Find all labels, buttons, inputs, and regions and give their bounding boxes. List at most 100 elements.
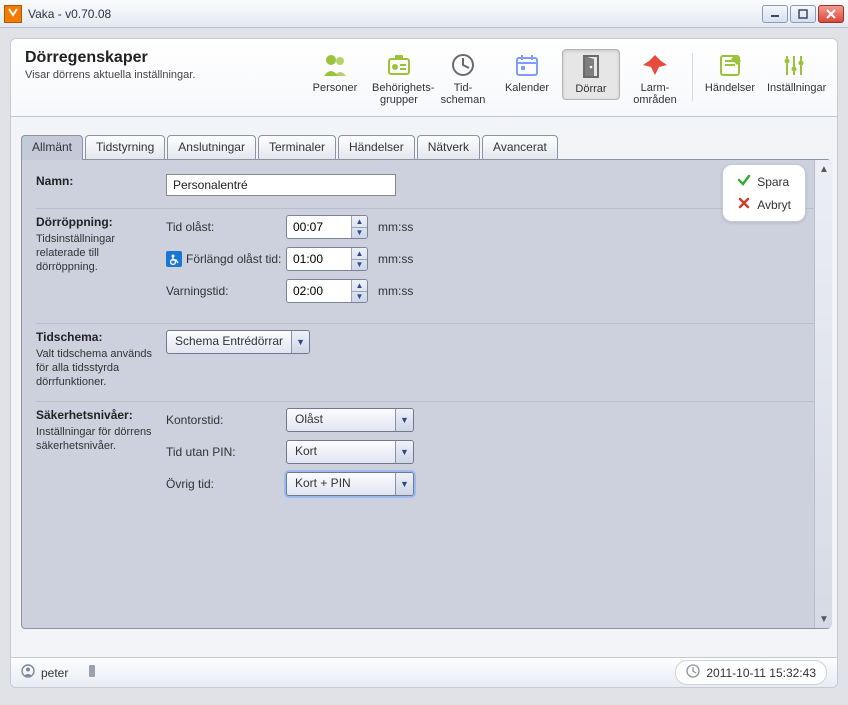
kontorstid-value: Olåst — [287, 409, 395, 431]
door-icon — [575, 52, 607, 80]
scroll-up-icon[interactable]: ▲ — [815, 160, 833, 178]
varning-input[interactable] — [287, 280, 351, 302]
check-icon — [737, 173, 751, 190]
toolbar-label: Tid- scheman — [436, 82, 490, 106]
row-forlangd-olast: Förlängd olåst tid: ▲▼ mm:ss — [166, 247, 816, 271]
chevron-down-icon[interactable]: ▼ — [395, 409, 413, 431]
tab-anslutningar[interactable]: Anslutningar — [167, 135, 256, 159]
tab-allmant[interactable]: Allmänt — [21, 135, 83, 159]
toolbar-behorighet[interactable]: Behörighets- grupper — [370, 49, 428, 110]
toolbar-dorrar[interactable]: Dörrar — [562, 49, 620, 100]
name-input[interactable] — [166, 174, 396, 196]
notes-icon — [714, 51, 746, 79]
cancel-label: Avbryt — [757, 198, 791, 212]
spin-down-icon[interactable]: ▼ — [352, 228, 367, 239]
tab-strip: AllmäntTidstyrningAnslutningarTerminaler… — [21, 135, 831, 159]
section-sakerhet: Säkerhetsnivåer: Inställningar för dörre… — [36, 401, 816, 516]
varning-spinner[interactable]: ▲▼ — [286, 279, 368, 303]
section-name: Namn: — [36, 174, 816, 208]
user-icon — [21, 664, 35, 681]
tidschema-select[interactable]: Schema Entrédörrar ▼ — [166, 330, 310, 354]
ovrig-tid-value: Kort + PIN — [287, 473, 395, 495]
clock-icon — [447, 51, 479, 79]
page-heading: Dörregenskaper Visar dörrens aktuella in… — [25, 49, 306, 110]
calendar-icon — [511, 51, 543, 79]
ribbon-header: Dörregenskaper Visar dörrens aktuella in… — [11, 39, 837, 117]
kontorstid-label: Kontorstid: — [166, 413, 223, 427]
status-datetime: 2011-10-11 15:32:43 — [706, 666, 816, 680]
opening-label: Dörröppning: — [36, 215, 158, 229]
cancel-button[interactable]: Avbryt — [737, 196, 791, 213]
name-label: Namn: — [36, 174, 158, 188]
people-icon — [319, 51, 351, 79]
tab-tidstyrning[interactable]: Tidstyrning — [85, 135, 165, 159]
tid-olast-input[interactable] — [287, 216, 351, 238]
forlangd-input[interactable] — [287, 248, 351, 270]
row-kontorstid: Kontorstid: Olåst ▼ — [166, 408, 816, 432]
toolbar-separator — [692, 53, 693, 101]
wheelchair-icon — [166, 251, 182, 267]
chevron-down-icon[interactable]: ▼ — [395, 441, 413, 463]
chevron-down-icon[interactable]: ▼ — [395, 473, 413, 495]
toolbar-larm[interactable]: Larm- områden — [626, 49, 684, 110]
spin-up-icon[interactable]: ▲ — [352, 280, 367, 292]
page-subtitle: Visar dörrens aktuella inställningar. — [25, 69, 306, 81]
toolbar-tidscheman[interactable]: Tid- scheman — [434, 49, 492, 110]
app-logo-icon — [4, 5, 22, 23]
opening-desc: Tidsinställningar relaterade till dörröp… — [36, 233, 158, 274]
toolbar-installningar[interactable]: Inställningar — [765, 49, 823, 98]
save-button[interactable]: Spara — [737, 173, 791, 190]
ovrig-tid-label: Övrig tid: — [166, 477, 214, 491]
tab-handelser2[interactable]: Händelser — [338, 135, 415, 159]
tid-olast-label: Tid olåst: — [166, 220, 214, 234]
tid-utan-pin-label: Tid utan PIN: — [166, 445, 236, 459]
varning-unit: mm:ss — [378, 284, 413, 298]
kontorstid-select[interactable]: Olåst ▼ — [286, 408, 414, 432]
tid-olast-unit: mm:ss — [378, 220, 413, 234]
tidschema-value: Schema Entrédörrar — [167, 331, 291, 353]
alarm-icon — [639, 51, 671, 79]
scrollbar[interactable]: ▲ ▼ — [814, 160, 832, 628]
row-tid-utan-pin: Tid utan PIN: Kort ▼ — [166, 440, 816, 464]
close-button[interactable] — [818, 5, 844, 23]
minimize-button[interactable] — [762, 5, 788, 23]
row-ovrig-tid: Övrig tid: Kort + PIN ▼ — [166, 472, 816, 496]
spin-up-icon[interactable]: ▲ — [352, 216, 367, 228]
tab-avancerat[interactable]: Avancerat — [482, 135, 558, 159]
toolbar-handelser[interactable]: Händelser — [701, 49, 759, 98]
tid-olast-spinner[interactable]: ▲▼ — [286, 215, 368, 239]
forlangd-label: Förlängd olåst tid: — [186, 252, 281, 266]
tidschema-label: Tidschema: — [36, 330, 158, 344]
sakerhet-label: Säkerhetsnivåer: — [36, 408, 158, 422]
tab-panel-allmant: ▲ ▼ Spara Av — [21, 159, 831, 629]
scroll-down-icon[interactable]: ▼ — [815, 610, 833, 628]
forlangd-spinner[interactable]: ▲▼ — [286, 247, 368, 271]
toolbar-kalender[interactable]: Kalender — [498, 49, 556, 98]
tidschema-desc: Valt tidschema används för alla tidsstyr… — [36, 348, 158, 389]
tid-utan-pin-select[interactable]: Kort ▼ — [286, 440, 414, 464]
ovrig-tid-select[interactable]: Kort + PIN ▼ — [286, 472, 414, 496]
status-clock: 2011-10-11 15:32:43 — [675, 660, 827, 685]
tab-natverk[interactable]: Nätverk — [417, 135, 480, 159]
spin-up-icon[interactable]: ▲ — [352, 248, 367, 260]
spin-down-icon[interactable]: ▼ — [352, 292, 367, 303]
chevron-down-icon[interactable]: ▼ — [291, 331, 309, 353]
row-tid-olast: Tid olåst: ▲▼ mm:ss — [166, 215, 816, 239]
spin-down-icon[interactable]: ▼ — [352, 260, 367, 271]
status-bar: peter 2011-10-11 15:32:43 — [11, 657, 837, 687]
status-user-name: peter — [41, 666, 68, 680]
toolbar-label: Behörighets- grupper — [372, 82, 426, 106]
page-title: Dörregenskaper — [25, 49, 306, 67]
tab-terminaler[interactable]: Terminaler — [258, 135, 336, 159]
clock-icon — [686, 664, 700, 681]
badge-icon — [383, 51, 415, 79]
toolbar-label: Larm- områden — [628, 82, 682, 106]
status-device-icon — [86, 664, 98, 681]
toolbar-label: Personer — [308, 82, 362, 94]
toolbar-label: Dörrar — [565, 83, 617, 95]
maximize-button[interactable] — [790, 5, 816, 23]
sakerhet-desc: Inställningar för dörrens säkerhetsnivåe… — [36, 426, 158, 454]
toolbar-personer[interactable]: Personer — [306, 49, 364, 98]
toolbar-label: Händelser — [703, 82, 757, 94]
action-panel: Spara Avbryt — [722, 164, 806, 222]
